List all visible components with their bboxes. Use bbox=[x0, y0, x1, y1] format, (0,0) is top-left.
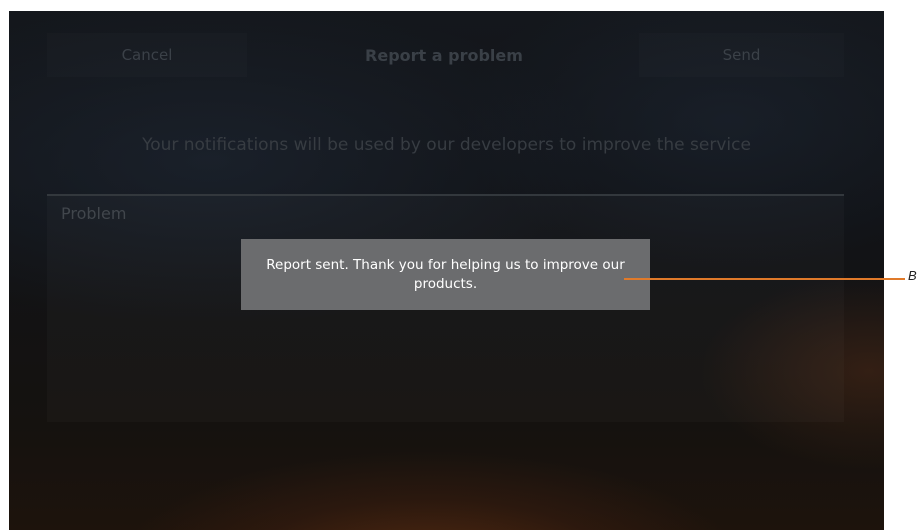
page-title: Report a problem bbox=[365, 45, 523, 65]
info-text: Your notifications will be used by our d… bbox=[142, 135, 751, 155]
report-sent-toast: Report sent. Thank you for helping us to… bbox=[241, 239, 650, 310]
cancel-button[interactable]: Cancel bbox=[47, 33, 247, 77]
page: Cancel Report a problem Send Your notifi… bbox=[0, 0, 921, 530]
device-screen: Cancel Report a problem Send Your notifi… bbox=[9, 11, 884, 530]
toast-message: Report sent. Thank you for helping us to… bbox=[266, 256, 625, 292]
callout-label: B bbox=[908, 268, 917, 283]
callout-line bbox=[624, 278, 905, 280]
problem-label: Problem bbox=[61, 204, 127, 223]
send-button[interactable]: Send bbox=[639, 33, 844, 77]
